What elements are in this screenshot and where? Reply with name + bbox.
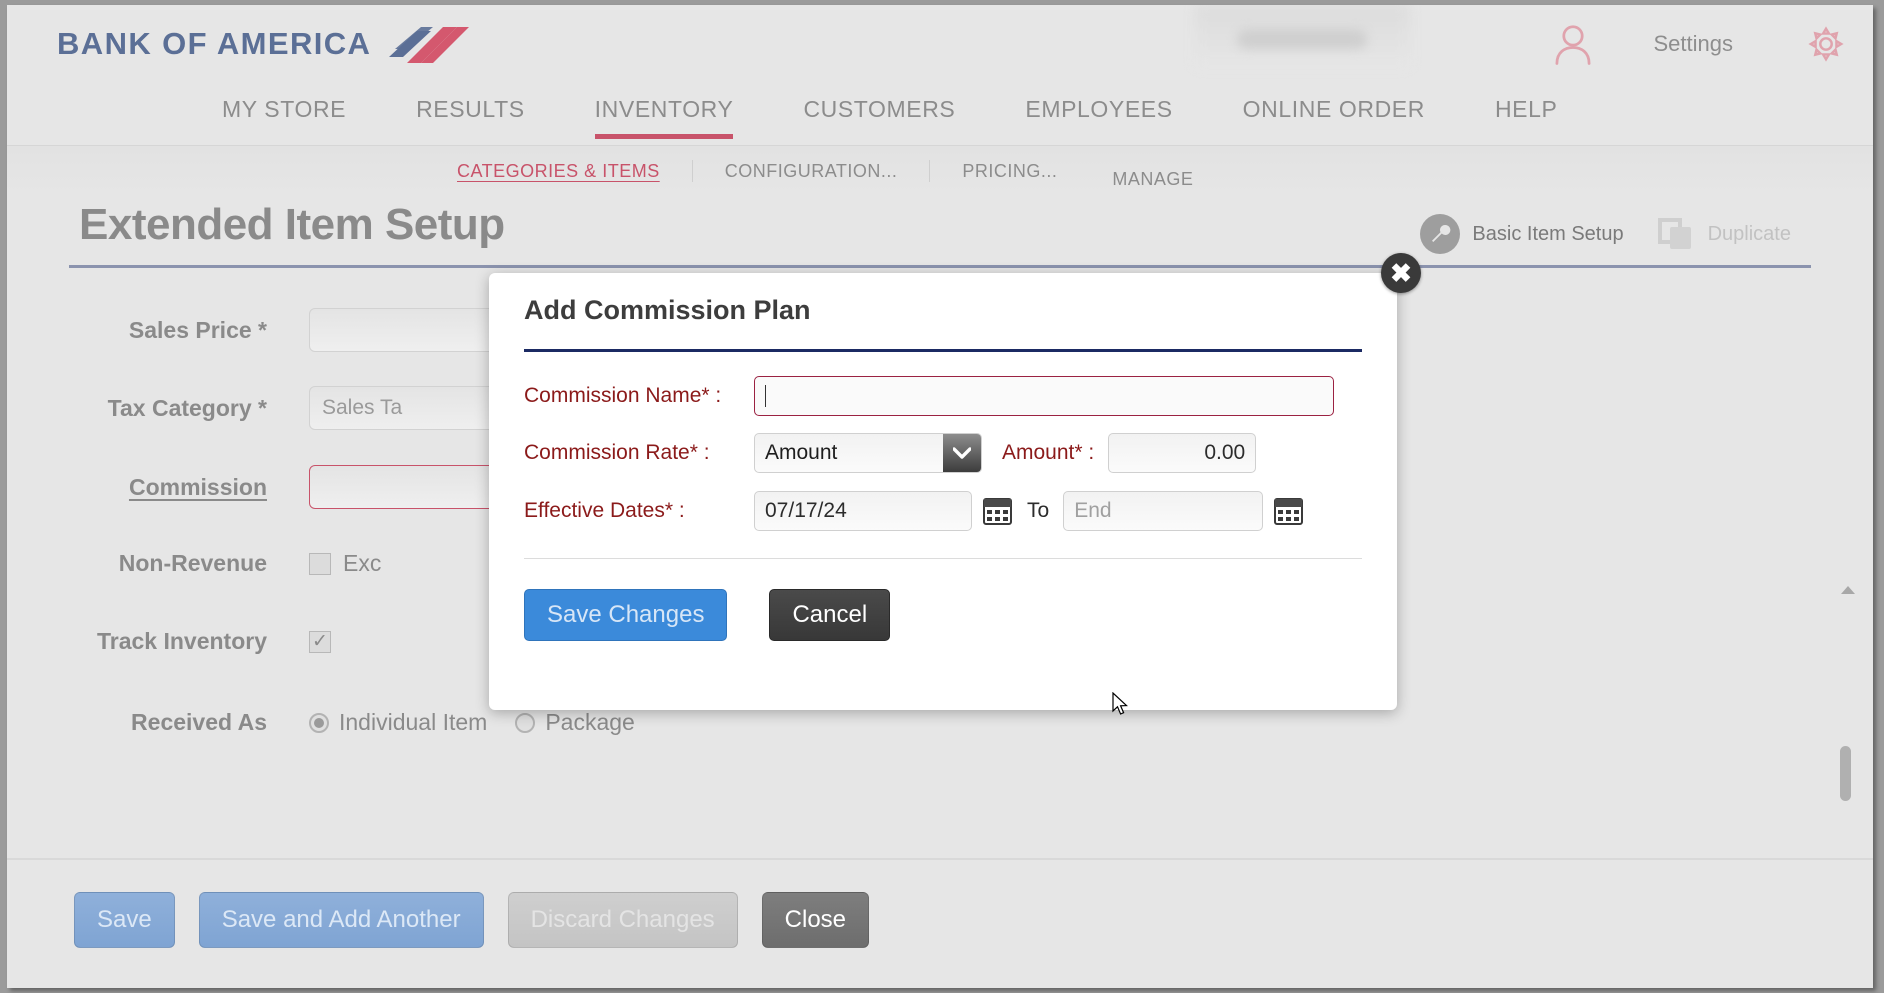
amount-input[interactable]: 0.00: [1108, 433, 1257, 473]
dialog-title-rule: [524, 349, 1362, 352]
effective-dates-label: Effective Dates* :: [524, 499, 685, 522]
calendar-icon[interactable]: [982, 496, 1013, 527]
dialog-save-changes-button[interactable]: Save Changes: [524, 589, 728, 641]
non-revenue-label: Non-Revenue: [118, 550, 267, 576]
app-header: BANK OF AMERICA Settings: [7, 5, 1873, 83]
save-button[interactable]: Save: [74, 892, 175, 948]
header-actions: Settings: [1550, 21, 1846, 67]
amount-label: Amount* :: [1002, 441, 1095, 464]
subnav-item-manage[interactable]: MANAGE: [1112, 169, 1193, 190]
redacted-store-text: [1237, 29, 1367, 49]
effective-date-start-input[interactable]: 07/17/24: [754, 491, 972, 531]
wrench-icon: [1420, 214, 1461, 254]
date-range-to-label: To: [1027, 499, 1050, 522]
bank-of-america-logo: BANK OF AMERICA: [57, 23, 471, 65]
subnav-divider: [691, 160, 693, 182]
brand-name: BANK OF AMERICA: [57, 26, 372, 61]
close-button[interactable]: Close: [761, 892, 870, 948]
commission-rate-label: Commission Rate* :: [524, 441, 710, 464]
page-title-row: Extended Item Setup Basic Item Setup Dup…: [7, 196, 1873, 268]
nav-item-results[interactable]: RESULTS: [416, 83, 525, 139]
main-navigation: MY STORE RESULTS INVENTORY CUSTOMERS EMP…: [7, 83, 1873, 146]
radio-package[interactable]: [515, 712, 536, 733]
basic-item-setup-label: Basic Item Setup: [1472, 222, 1624, 245]
field-row-tax-category: Tax Category * Sales Ta: [7, 386, 524, 430]
add-commission-plan-dialog: Add Commission Plan Commission Name* : C…: [489, 273, 1397, 710]
subnav-item-categories-and-items[interactable]: CATEGORIES & ITEMS: [457, 161, 660, 182]
nav-item-employees[interactable]: EMPLOYEES: [1025, 83, 1172, 139]
dialog-divider: [524, 558, 1362, 559]
user-icon[interactable]: [1550, 21, 1596, 67]
settings-label[interactable]: Settings: [1654, 31, 1734, 57]
mouse-cursor: [1112, 692, 1128, 715]
commission-link-label[interactable]: Commission: [7, 474, 267, 501]
nav-item-help[interactable]: HELP: [1495, 83, 1557, 139]
radio-individual-item[interactable]: [309, 712, 329, 733]
modal-close-icon[interactable]: ✖: [1381, 253, 1421, 293]
dialog-row-effective-dates: Effective Dates* : 07/17/24 To End: [524, 491, 1304, 531]
nav-item-online-order[interactable]: ONLINE ORDER: [1243, 83, 1425, 139]
subnav-item-configuration[interactable]: CONFIGURATION...: [725, 161, 898, 182]
dialog-cancel-button[interactable]: Cancel: [769, 589, 891, 641]
basic-item-setup-button[interactable]: Basic Item Setup: [1420, 214, 1624, 254]
duplicate-label: Duplicate: [1707, 222, 1791, 245]
nav-item-customers[interactable]: CUSTOMERS: [803, 83, 955, 139]
radio-package-label: Package: [545, 709, 635, 735]
nav-item-inventory[interactable]: INVENTORY: [594, 83, 734, 139]
field-row-received-as: Received As Individual Item Package: [7, 709, 635, 736]
subnav-divider: [929, 160, 931, 182]
sub-navigation: CATEGORIES & ITEMS CONFIGURATION... PRIC…: [7, 146, 1873, 196]
field-row-non-revenue: Non-Revenue Exc: [7, 550, 382, 577]
field-row-sales-price: Sales Price *: [7, 308, 524, 352]
nav-item-my-store[interactable]: MY STORE: [222, 83, 346, 139]
received-as-option-individual-item[interactable]: Individual Item: [309, 709, 487, 736]
field-row-commission: Commission: [7, 465, 524, 509]
tax-category-label: Tax Category *: [107, 394, 267, 421]
received-as-label: Received As: [131, 709, 267, 735]
effective-date-end-input[interactable]: End: [1063, 491, 1264, 531]
duplicate-button[interactable]: Duplicate: [1656, 214, 1791, 254]
sales-price-label: Sales Price *: [128, 316, 267, 343]
commission-rate-select[interactable]: Amount: [754, 433, 982, 473]
received-as-option-package[interactable]: Package: [515, 709, 635, 736]
dialog-row-commission-name: Commission Name* :: [524, 376, 1334, 416]
boa-flag-icon: [389, 27, 470, 63]
dialog-row-commission-rate: Commission Rate* : Amount Amount* : 0.00: [524, 433, 1257, 473]
gear-icon[interactable]: [1807, 25, 1845, 63]
track-inventory-checkbox[interactable]: ✓: [309, 630, 331, 653]
discard-changes-button[interactable]: Discard Changes: [507, 892, 738, 948]
dialog-buttons: Save Changes Cancel: [524, 589, 891, 641]
calendar-icon[interactable]: [1273, 496, 1304, 527]
page-actions: Basic Item Setup Duplicate: [1420, 214, 1791, 254]
duplicate-icon: [1656, 214, 1696, 254]
text-cursor: [765, 385, 766, 408]
chevron-down-icon[interactable]: [943, 434, 981, 472]
subnav-item-pricing[interactable]: PRICING...: [962, 161, 1057, 182]
non-revenue-checkbox-label: Exc: [343, 550, 382, 576]
application-window: BANK OF AMERICA Settings MY STORE RESULT…: [7, 5, 1873, 988]
page-title: Extended Item Setup: [79, 200, 505, 249]
track-inventory-label: Track Inventory: [96, 628, 267, 654]
bottom-action-bar: Save Save and Add Another Discard Change…: [7, 858, 1873, 988]
dialog-title: Add Commission Plan: [524, 295, 811, 325]
commission-name-input[interactable]: [754, 376, 1334, 416]
scroll-up-arrow-icon[interactable]: [1841, 586, 1855, 594]
scrollbar-thumb[interactable]: [1840, 746, 1851, 801]
field-row-track-inventory: Track Inventory ✓: [7, 628, 343, 655]
commission-name-label: Commission Name* :: [524, 384, 722, 407]
non-revenue-checkbox[interactable]: [309, 552, 331, 575]
save-and-add-another-button[interactable]: Save and Add Another: [198, 892, 484, 948]
radio-individual-item-label: Individual Item: [339, 709, 488, 735]
